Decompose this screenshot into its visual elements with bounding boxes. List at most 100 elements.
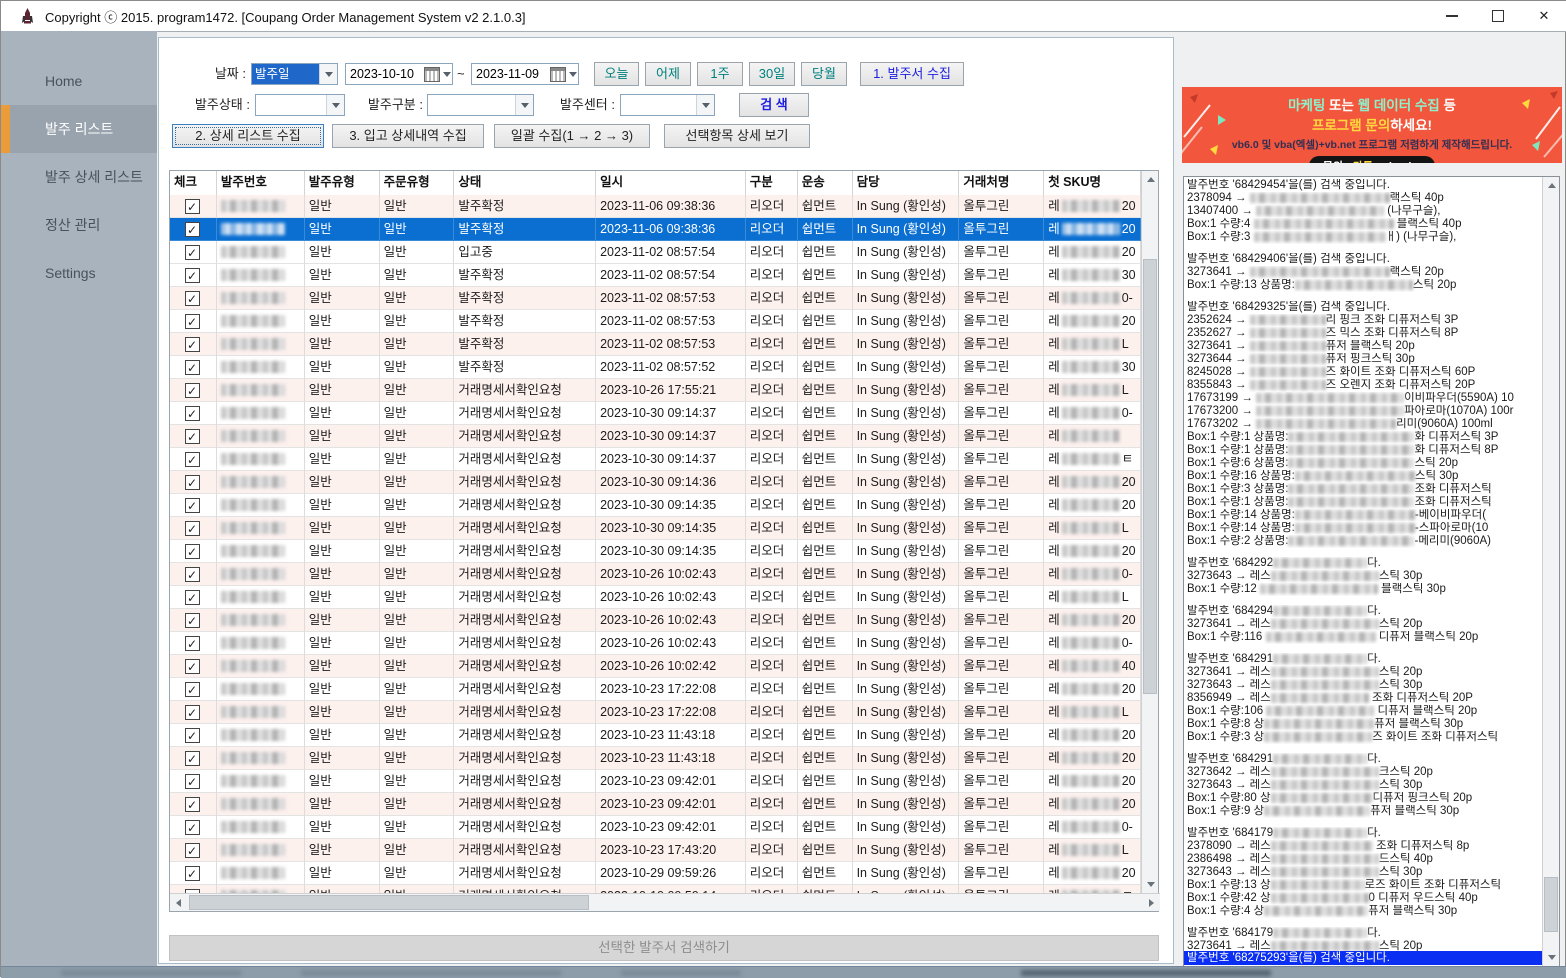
table-row[interactable]: 일반일반거래명세서확인요청2023-10-30 09:14:35리오더쉽먼트In…	[170, 540, 1141, 563]
row-checkbox[interactable]	[185, 268, 200, 283]
row-checkbox[interactable]	[185, 406, 200, 421]
table-row[interactable]: 일반일반거래명세서확인요청2023-10-23 09:42:01리오더쉽먼트In…	[170, 816, 1141, 839]
column-header-3[interactable]: 주문유형	[380, 171, 455, 195]
scroll-left-icon[interactable]	[170, 894, 187, 911]
date-from-input[interactable]: 2023-10-10	[345, 63, 453, 85]
table-row[interactable]: 일반일반거래명세서확인요청2023-10-23 17:22:08리오더쉽먼트In…	[170, 678, 1141, 701]
scroll-right-icon[interactable]	[1143, 894, 1160, 911]
ad-banner[interactable]: 마케팅 또는 웹 데이터 수집 등 프로그램 문의하세요! vb6.0 및 vb…	[1182, 87, 1562, 163]
quick-button-this-month[interactable]: 당월	[801, 62, 847, 86]
column-header-7[interactable]: 운송	[798, 171, 853, 195]
action-button-collect-detail-list[interactable]: 2. 상세 리스트 수집	[172, 124, 324, 148]
maximize-button[interactable]	[1475, 1, 1521, 31]
table-row[interactable]: 일반일반발주확정2023-11-02 08:57:53리오더쉽먼트In Sung…	[170, 333, 1141, 356]
row-checkbox[interactable]	[185, 751, 200, 766]
table-row[interactable]: 일반일반발주확정2023-11-02 08:57:54리오더쉽먼트In Sung…	[170, 264, 1141, 287]
sidebar-item-order-list[interactable]: 발주 리스트	[1, 105, 157, 153]
quick-button-today[interactable]: 오늘	[594, 62, 639, 86]
row-checkbox[interactable]	[185, 291, 200, 306]
search-selected-orders-button[interactable]: 선택한 발주서 검색하기	[169, 935, 1159, 961]
table-row[interactable]: 일반일반거래명세서확인요청2023-10-30 09:14:37리오더쉽먼트In…	[170, 402, 1141, 425]
log-scrollbar[interactable]	[1542, 177, 1559, 966]
table-row[interactable]: 일반일반거래명세서확인요청2023-10-23 11:43:18리오더쉽먼트In…	[170, 747, 1141, 770]
ad-contact-badge[interactable]: 문의 - 카톡 : vbnvba	[1309, 156, 1436, 163]
row-checkbox[interactable]	[185, 636, 200, 651]
table-row[interactable]: 일반일반거래명세서확인요청2023-10-23 09:42:01리오더쉽먼트In…	[170, 793, 1141, 816]
order-status-combo[interactable]	[255, 94, 345, 116]
quick-button-yesterday[interactable]: 어제	[645, 62, 691, 86]
table-row[interactable]: 일반일반거래명세서확인요청2023-10-23 09:42:01리오더쉽먼트In…	[170, 770, 1141, 793]
table-row[interactable]: 일반일반거래명세서확인요청2023-10-26 10:02:43리오더쉽먼트In…	[170, 609, 1141, 632]
vertical-scroll-thumb[interactable]	[1143, 259, 1157, 694]
sidebar-item-order-detail-list[interactable]: 발주 상세 리스트	[1, 153, 157, 201]
collect-orders-button[interactable]: 1. 발주서 수집	[860, 62, 964, 86]
close-button[interactable]: ✕	[1521, 1, 1566, 31]
horizontal-scroll-thumb[interactable]	[189, 895, 589, 910]
table-row[interactable]: 일반일반발주확정2023-11-06 09:38:36리오더쉽먼트In Sung…	[170, 195, 1141, 218]
row-checkbox[interactable]	[185, 245, 200, 260]
row-checkbox[interactable]	[185, 314, 200, 329]
table-row[interactable]: 일반일반거래명세서확인요청2023-10-26 10:02:42리오더쉽먼트In…	[170, 655, 1141, 678]
column-header-10[interactable]: 첫 SKU명	[1044, 171, 1141, 195]
sidebar-item-home[interactable]: Home	[1, 57, 157, 105]
sidebar-item-settlement[interactable]: 정산 관리	[1, 201, 157, 249]
row-checkbox[interactable]	[185, 682, 200, 697]
column-header-8[interactable]: 담당	[853, 171, 960, 195]
row-checkbox[interactable]	[185, 383, 200, 398]
action-button-collect-inbound-detail[interactable]: 3. 입고 상세내역 수집	[332, 124, 484, 148]
table-row[interactable]: 일반일반입고중2023-11-02 08:57:54리오더쉽먼트In Sung …	[170, 241, 1141, 264]
row-checkbox[interactable]	[185, 820, 200, 835]
row-checkbox[interactable]	[185, 797, 200, 812]
order-center-combo[interactable]	[620, 94, 715, 116]
table-row[interactable]: 일반일반거래명세서확인요청2023-10-30 09:14:36리오더쉽먼트In…	[170, 471, 1141, 494]
quick-button-week1[interactable]: 1주	[697, 62, 743, 86]
table-row[interactable]: 일반일반거래명세서확인요청2023-10-23 17:43:20리오더쉽먼트In…	[170, 839, 1141, 862]
row-checkbox[interactable]	[185, 567, 200, 582]
row-checkbox[interactable]	[185, 613, 200, 628]
row-checkbox[interactable]	[185, 222, 200, 237]
table-row[interactable]: 일반일반거래명세서확인요청2023-10-30 09:14:37리오더쉽먼트In…	[170, 425, 1141, 448]
order-division-combo[interactable]	[427, 94, 534, 116]
scroll-up-icon[interactable]	[1543, 177, 1560, 194]
action-button-collect-batch[interactable]: 일괄 수집(1 → 2 → 3)	[494, 124, 650, 148]
date-type-combo[interactable]: 발주일	[251, 63, 338, 85]
log-scroll-thumb[interactable]	[1544, 877, 1558, 932]
table-row[interactable]: 일반일반거래명세서확인요청2023-10-23 17:22:08리오더쉽먼트In…	[170, 701, 1141, 724]
row-checkbox[interactable]	[185, 774, 200, 789]
row-checkbox[interactable]	[185, 199, 200, 214]
scroll-down-icon[interactable]	[1543, 949, 1560, 966]
column-header-4[interactable]: 상태	[454, 171, 596, 195]
table-row[interactable]: 일반일반거래명세서확인요청2023-10-26 17:55:21리오더쉽먼트In…	[170, 379, 1141, 402]
row-checkbox[interactable]	[185, 843, 200, 858]
row-checkbox[interactable]	[185, 728, 200, 743]
table-row[interactable]: 일반일반거래명세서확인요청2023-10-26 10:02:43리오더쉽먼트In…	[170, 586, 1141, 609]
row-checkbox[interactable]	[185, 360, 200, 375]
row-checkbox[interactable]	[185, 590, 200, 605]
column-header-1[interactable]: 발주번호	[217, 171, 305, 195]
row-checkbox[interactable]	[185, 659, 200, 674]
log-selected-line[interactable]: 발주번호 '68275293'을(를) 검색 중입니다.	[1184, 951, 1545, 965]
column-header-2[interactable]: 발주유형	[305, 171, 380, 195]
row-checkbox[interactable]	[185, 521, 200, 536]
table-row[interactable]: 일반일반거래명세서확인요청2023-10-23 11:43:18리오더쉽먼트In…	[170, 724, 1141, 747]
row-checkbox[interactable]	[185, 475, 200, 490]
scroll-down-icon[interactable]	[1142, 876, 1159, 893]
row-checkbox[interactable]	[185, 337, 200, 352]
table-row[interactable]: 일반일반발주확정2023-11-02 08:57:53리오더쉽먼트In Sung…	[170, 287, 1141, 310]
row-checkbox[interactable]	[185, 498, 200, 513]
table-row[interactable]: 일반일반거래명세서확인요청2023-10-30 09:14:35리오더쉽먼트In…	[170, 517, 1141, 540]
column-header-9[interactable]: 거래처명	[959, 171, 1044, 195]
sidebar-item-settings[interactable]: Settings	[1, 249, 157, 297]
row-checkbox[interactable]	[185, 866, 200, 881]
table-row[interactable]: 일반일반거래명세서확인요청2023-10-26 10:02:43리오더쉽먼트In…	[170, 563, 1141, 586]
row-checkbox[interactable]	[185, 544, 200, 559]
minimize-button[interactable]	[1429, 1, 1475, 31]
action-button-view-selected-detail[interactable]: 선택항목 상세 보기	[664, 124, 810, 148]
table-row[interactable]: 일반일반발주확정2023-11-06 09:38:36리오더쉽먼트In Sung…	[170, 218, 1141, 241]
column-header-6[interactable]: 구분	[746, 171, 798, 195]
row-checkbox[interactable]	[185, 429, 200, 444]
table-vertical-scrollbar[interactable]	[1141, 171, 1158, 893]
table-horizontal-scrollbar[interactable]	[170, 893, 1160, 911]
table-row[interactable]: 일반일반거래명세서확인요청2023-10-30 09:14:37리오더쉽먼트In…	[170, 448, 1141, 471]
search-button[interactable]: 검 색	[739, 93, 809, 117]
